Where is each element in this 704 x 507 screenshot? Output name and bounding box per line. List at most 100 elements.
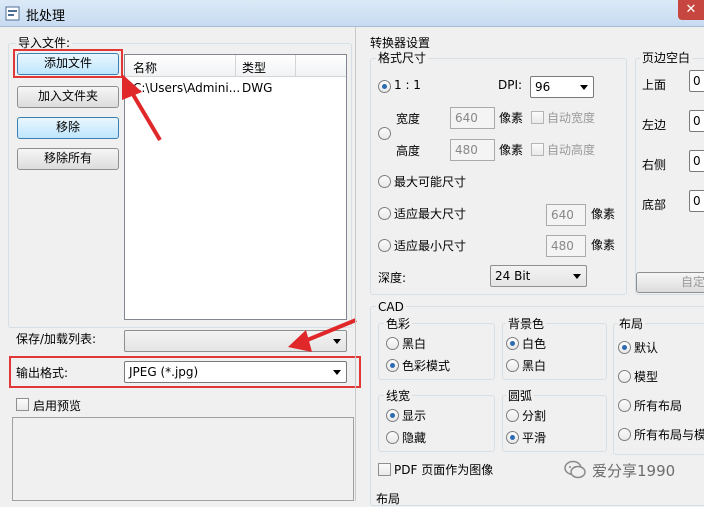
fit-max-label: 适应最大尺寸 bbox=[394, 207, 467, 221]
color-mode-label: 色彩模式 bbox=[402, 359, 451, 373]
margin-bottom-input[interactable]: 0 bbox=[689, 190, 704, 212]
width-label: 宽度 bbox=[396, 112, 421, 126]
enable-preview-checkbox[interactable] bbox=[16, 398, 29, 411]
add-folder-button[interactable]: 加入文件夹 bbox=[17, 86, 119, 108]
layout-all-label: 所有布局 bbox=[634, 399, 683, 413]
file-list[interactable]: 名称 类型 C:\Users\Admini... DWG bbox=[124, 54, 347, 320]
background-white-label: 白色 bbox=[522, 337, 547, 351]
title-bar: 批处理 ✕ bbox=[0, 0, 704, 27]
line-width-show-radio[interactable] bbox=[386, 409, 399, 422]
layout-all-model-radio[interactable] bbox=[618, 428, 631, 441]
chevron-down-icon bbox=[333, 339, 341, 344]
margin-left-label: 左边 bbox=[642, 118, 667, 132]
height-label: 高度 bbox=[396, 144, 421, 158]
column-separator[interactable] bbox=[295, 55, 296, 77]
close-button[interactable]: ✕ bbox=[678, 0, 704, 20]
wechat-icon bbox=[564, 460, 586, 479]
app-icon bbox=[5, 6, 20, 21]
fit-max-input[interactable]: 640 bbox=[546, 204, 586, 226]
line-width-hide-radio[interactable] bbox=[386, 431, 399, 444]
ratio-1-1-label: 1 : 1 bbox=[394, 78, 421, 92]
save-load-list-label: 保存/加载列表: bbox=[16, 332, 97, 346]
layout-model-radio[interactable] bbox=[618, 370, 631, 383]
layout-all-radio[interactable] bbox=[618, 399, 631, 412]
chevron-down-icon bbox=[573, 274, 581, 279]
watermark-text: 爱分享1990 bbox=[592, 462, 676, 480]
margin-right-input[interactable]: 0 bbox=[689, 150, 704, 172]
color-bw-label: 黑白 bbox=[402, 337, 427, 351]
window-title: 批处理 bbox=[26, 9, 66, 24]
pane-separator[interactable] bbox=[355, 27, 356, 501]
max-possible-label: 最大可能尺寸 bbox=[394, 175, 467, 189]
dpi-select[interactable]: 96 bbox=[530, 76, 594, 98]
column-type-header[interactable]: 类型 bbox=[242, 59, 266, 76]
margin-bottom-label: 底部 bbox=[642, 198, 667, 212]
auto-width-checkbox[interactable] bbox=[531, 111, 544, 124]
line-width-legend: 线宽 bbox=[384, 389, 413, 403]
line-width-show-label: 显示 bbox=[402, 409, 427, 423]
save-load-list-select[interactable] bbox=[124, 330, 347, 352]
layout-default-label: 默认 bbox=[634, 341, 659, 355]
ratio-1-1-radio[interactable] bbox=[378, 80, 391, 93]
remove-all-button[interactable]: 移除所有 bbox=[17, 148, 119, 170]
layout-legend: 布局 bbox=[617, 317, 646, 331]
file-list-header: 名称 类型 bbox=[125, 55, 346, 77]
remove-button[interactable]: 移除 bbox=[17, 117, 119, 139]
layout-all-model-label: 所有布局与模 bbox=[634, 428, 704, 442]
custom-size-radio[interactable] bbox=[378, 127, 391, 140]
auto-width-label: 自动宽度 bbox=[547, 111, 596, 125]
format-size-legend: 格式尺寸 bbox=[376, 51, 429, 65]
import-files-legend: 导入文件: bbox=[16, 36, 73, 50]
margin-right-label: 右侧 bbox=[642, 158, 667, 172]
annotation-box-add-files bbox=[13, 49, 123, 78]
margin-top-input[interactable]: 0 bbox=[689, 70, 704, 92]
fit-min-unit: 像素 bbox=[591, 238, 616, 252]
height-input[interactable]: 480 bbox=[450, 139, 495, 161]
arc-group bbox=[502, 395, 607, 452]
custom-margins-button[interactable]: 自定 bbox=[636, 272, 704, 293]
width-unit: 像素 bbox=[499, 111, 524, 125]
fit-max-unit: 像素 bbox=[591, 207, 616, 221]
layout-model-label: 模型 bbox=[634, 370, 659, 384]
arc-smooth-label: 平滑 bbox=[522, 431, 547, 445]
file-row-name[interactable]: C:\Users\Admini... bbox=[133, 81, 240, 95]
pdf-as-image-checkbox[interactable] bbox=[378, 463, 391, 476]
arc-smooth-radio[interactable] bbox=[506, 431, 519, 444]
page-margins-legend: 页边空白 bbox=[640, 51, 693, 65]
arc-split-radio[interactable] bbox=[506, 409, 519, 422]
width-input[interactable]: 640 bbox=[450, 107, 495, 129]
enable-preview-label: 启用预览 bbox=[33, 399, 82, 413]
line-width-group bbox=[378, 395, 495, 452]
color-legend: 色彩 bbox=[384, 317, 413, 331]
fit-min-radio[interactable] bbox=[378, 239, 391, 252]
background-legend: 背景色 bbox=[506, 317, 547, 331]
arc-legend: 圆弧 bbox=[506, 389, 535, 403]
output-format-value: JPEG (*.jpg) bbox=[129, 365, 199, 379]
fit-min-input[interactable]: 480 bbox=[546, 235, 586, 257]
dpi-label: DPI: bbox=[498, 78, 523, 92]
background-white-radio[interactable] bbox=[506, 337, 519, 350]
cad-legend: CAD bbox=[376, 300, 406, 314]
file-row-type[interactable]: DWG bbox=[242, 81, 272, 95]
output-format-select[interactable]: JPEG (*.jpg) bbox=[124, 361, 347, 383]
auto-height-label: 自动高度 bbox=[547, 143, 596, 157]
margin-left-input[interactable]: 0 bbox=[689, 110, 704, 132]
column-name-header[interactable]: 名称 bbox=[133, 59, 157, 76]
max-possible-radio[interactable] bbox=[378, 175, 391, 188]
auto-height-checkbox[interactable] bbox=[531, 143, 544, 156]
column-separator[interactable] bbox=[235, 55, 236, 77]
layout-default-radio[interactable] bbox=[618, 341, 631, 354]
page-margins-group bbox=[635, 58, 704, 295]
depth-value: 24 Bit bbox=[495, 269, 531, 283]
depth-label: 深度: bbox=[378, 271, 407, 285]
pdf-as-image-label: PDF 页面作为图像 bbox=[394, 463, 494, 477]
preview-area bbox=[12, 417, 354, 501]
color-mode-radio[interactable] bbox=[386, 359, 399, 372]
margin-top-label: 上面 bbox=[642, 78, 667, 92]
line-width-hide-label: 隐藏 bbox=[402, 431, 427, 445]
background-black-radio[interactable] bbox=[506, 359, 519, 372]
fit-max-radio[interactable] bbox=[378, 207, 391, 220]
depth-select[interactable]: 24 Bit bbox=[490, 265, 587, 287]
color-bw-radio[interactable] bbox=[386, 337, 399, 350]
output-format-label: 输出格式: bbox=[16, 366, 69, 380]
